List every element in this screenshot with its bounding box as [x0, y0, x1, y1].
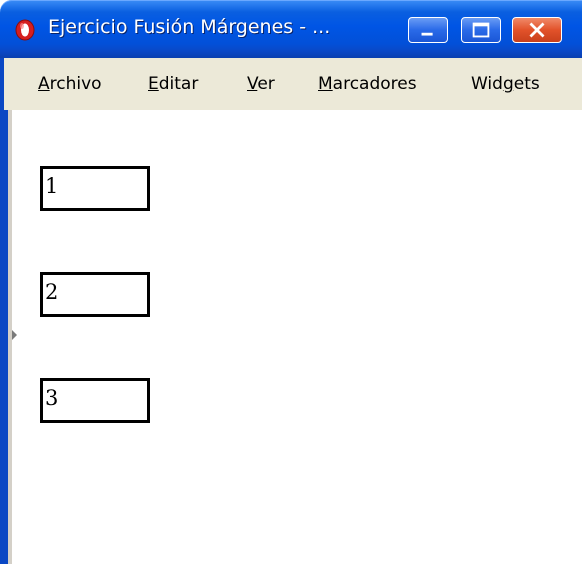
menu-widgets-label: ets	[513, 74, 540, 94]
menu-archivo-label: rchivo	[49, 74, 102, 94]
panel-toggle-arrow-icon[interactable]	[12, 330, 17, 340]
menu-editar[interactable]: Editar	[148, 74, 198, 94]
menu-widgets[interactable]: Widgets	[471, 74, 540, 94]
close-button[interactable]	[512, 17, 562, 43]
box-label: 2	[45, 280, 59, 304]
window-title: Ejercicio Fusión Márgenes - ...	[48, 16, 331, 38]
opera-icon[interactable]	[14, 19, 36, 41]
menu-editar-label: ditar	[158, 74, 199, 94]
menu-archivo-accesskey: A	[38, 74, 50, 94]
close-icon	[529, 22, 545, 38]
menu-marcadores-accesskey: M	[318, 74, 333, 94]
minimize-button[interactable]	[408, 17, 448, 43]
margin-box-1: 1	[40, 166, 150, 211]
browser-window: Ejercicio Fusión Márgenes - ... Archivo …	[0, 0, 582, 564]
menu-marcadores[interactable]: Marcadores	[318, 74, 417, 94]
box-label: 1	[45, 174, 59, 198]
menu-editar-accesskey: E	[148, 74, 159, 94]
menu-widgets-label-start: Wid	[471, 74, 503, 94]
menu-widgets-accesskey: g	[502, 74, 514, 94]
menu-ver-accesskey: V	[247, 74, 258, 94]
box-label: 3	[45, 386, 59, 410]
menu-bar: Archivo Editar Ver Marcadores Widgets	[0, 58, 582, 110]
menu-ver-label: er	[257, 74, 275, 94]
menu-marcadores-label: arcadores	[332, 74, 417, 94]
title-bar[interactable]: Ejercicio Fusión Márgenes - ...	[0, 0, 582, 58]
margin-box-3: 3	[40, 378, 150, 423]
maximize-button[interactable]	[461, 17, 501, 43]
minimize-icon	[421, 32, 433, 36]
margin-box-2: 2	[40, 272, 150, 317]
menu-archivo[interactable]: Archivo	[38, 74, 102, 94]
menu-ver[interactable]: Ver	[247, 74, 275, 94]
maximize-icon	[472, 22, 490, 38]
